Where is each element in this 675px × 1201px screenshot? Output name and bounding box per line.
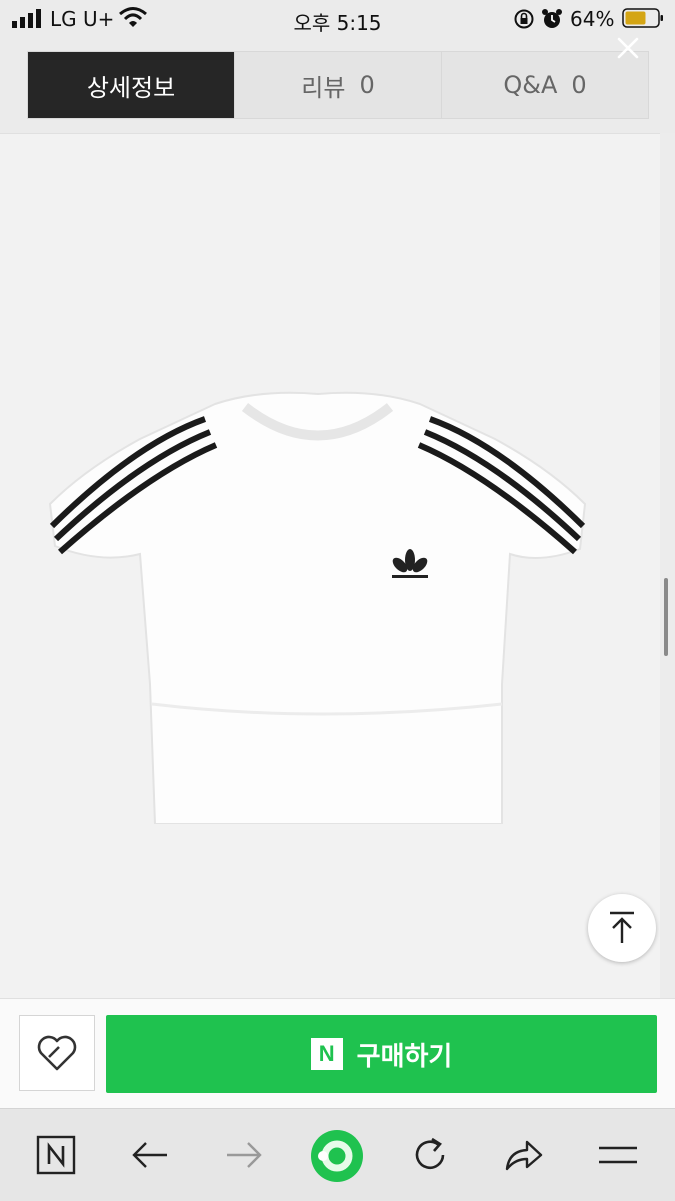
tab-detail-info[interactable]: 상세정보 [28, 52, 234, 118]
wishlist-button[interactable] [19, 1015, 95, 1091]
reload-button[interactable] [408, 1133, 452, 1177]
tab-bar: 상세정보 리뷰 0 Q&A 0 [27, 51, 649, 119]
share-button[interactable] [502, 1133, 546, 1177]
arrow-up-icon [610, 911, 634, 943]
browser-toolbar [0, 1108, 675, 1201]
scrollbar-thumb[interactable] [664, 578, 668, 656]
back-button[interactable] [128, 1133, 172, 1177]
green-dot-icon [311, 1130, 363, 1182]
tab-label: Q&A [503, 71, 558, 99]
tab-label: 리뷰 [301, 73, 346, 102]
close-icon[interactable] [614, 34, 642, 62]
tab-reviews[interactable]: 리뷰 0 [234, 52, 441, 118]
buy-label: 구매하기 [356, 1041, 453, 1072]
purchase-bar: N 구매하기 [0, 998, 675, 1109]
tab-label: 상세정보 [86, 73, 176, 102]
rotation-lock-icon [514, 9, 534, 29]
status-bar: LG U+ 오후 5:15 64% [0, 0, 675, 38]
hamburger-menu-icon [599, 1146, 637, 1164]
battery-icon [622, 8, 663, 28]
product-image [48, 391, 587, 824]
menu-button[interactable] [596, 1133, 640, 1177]
arrow-right-icon [227, 1142, 262, 1168]
tab-count: 0 [571, 71, 587, 99]
reload-icon [415, 1137, 445, 1170]
alarm-icon [542, 9, 562, 28]
product-detail-content [0, 133, 660, 999]
forward-button[interactable] [222, 1133, 266, 1177]
scroll-to-top-button[interactable] [588, 894, 656, 962]
tab-count: 0 [359, 71, 375, 99]
battery-percent: 64% [570, 7, 615, 31]
naver-n-icon: N [310, 1038, 343, 1070]
naver-home-button[interactable] [34, 1133, 78, 1177]
tab-header: 상세정보 리뷰 0 Q&A 0 [0, 38, 675, 133]
heart-icon [37, 1035, 77, 1071]
buy-button[interactable]: N 구매하기 [106, 1015, 657, 1093]
naver-n-box-icon [36, 1135, 76, 1175]
arrow-left-icon [132, 1142, 167, 1168]
share-arrow-icon [505, 1140, 543, 1171]
green-dot-button[interactable] [310, 1129, 364, 1183]
